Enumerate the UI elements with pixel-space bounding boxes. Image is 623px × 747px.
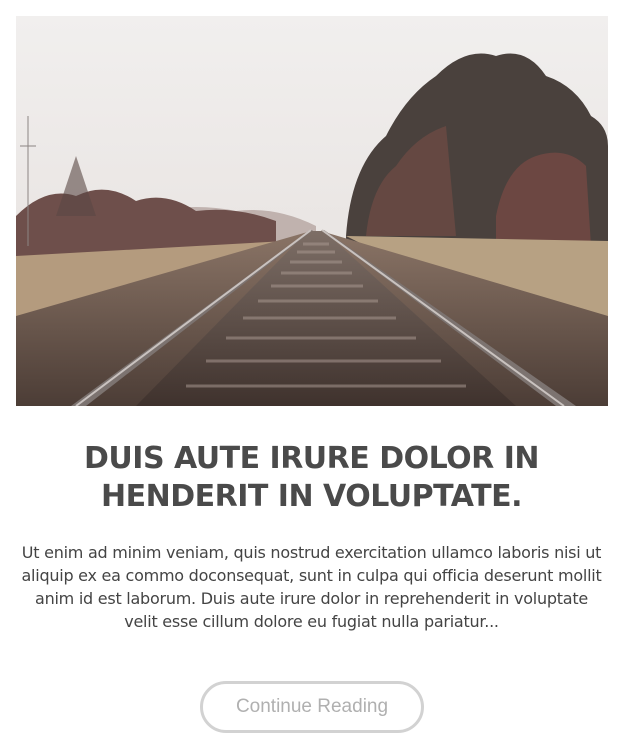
post-title[interactable]: DUIS AUTE IRURE DOLOR IN HENDERIT IN VOL… <box>0 440 623 516</box>
continue-reading-button[interactable]: Continue Reading <box>200 681 424 733</box>
post-excerpt: Ut enim ad minim veniam, quis nostrud ex… <box>21 543 602 631</box>
blog-post-card: DUIS AUTE IRURE DOLOR IN HENDERIT IN VOL… <box>0 0 623 747</box>
post-featured-image[interactable] <box>16 16 608 406</box>
railway-photo <box>16 16 608 406</box>
